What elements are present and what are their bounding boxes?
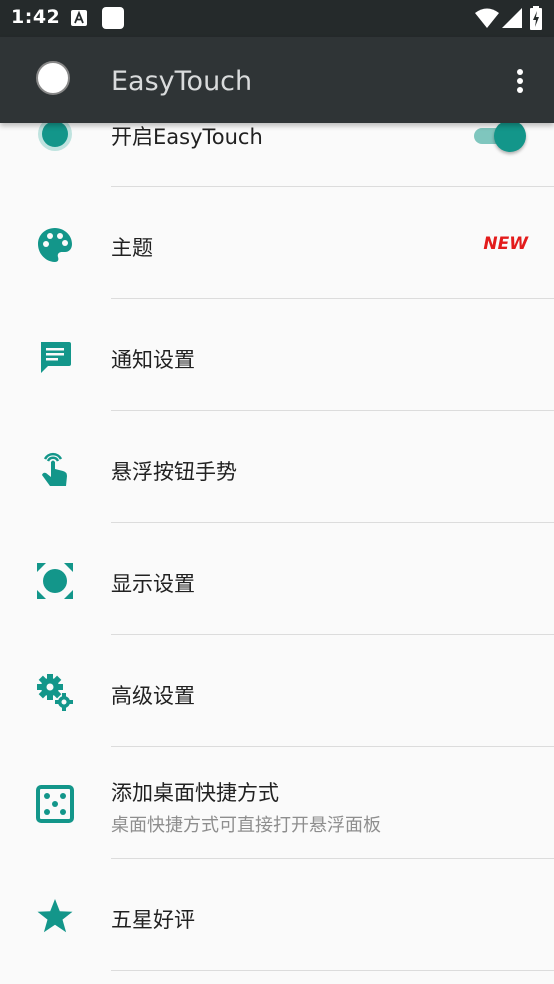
- setting-advanced[interactable]: 高级设置: [0, 635, 554, 747]
- setting-display[interactable]: 显示设置: [0, 523, 554, 635]
- status-bar: 1:42: [0, 0, 554, 37]
- dice-icon: [36, 785, 74, 823]
- setting-label: 显示设置: [111, 572, 195, 596]
- gears-icon: [37, 674, 73, 711]
- palette-icon: [38, 228, 72, 262]
- display-focus-icon: [37, 563, 73, 599]
- setting-label: 悬浮按钮手势: [111, 460, 237, 484]
- enable-switch[interactable]: [474, 120, 526, 152]
- status-time: 1:42: [11, 6, 61, 28]
- switch-thumb: [494, 120, 526, 152]
- battery-charging-icon: [530, 6, 542, 30]
- cell-signal-icon: [502, 8, 522, 28]
- wifi-icon: [475, 8, 499, 28]
- setting-notification[interactable]: 通知设置: [0, 299, 554, 411]
- app-logo-icon: [36, 61, 70, 95]
- app-toolbar: EasyTouch: [0, 37, 554, 123]
- app-title: EasyTouch: [111, 66, 253, 97]
- notification-square-icon: [102, 7, 124, 29]
- setting-label: 添加桌面快捷方式: [111, 781, 279, 805]
- star-icon: [37, 899, 73, 933]
- setting-rate[interactable]: 五星好评: [0, 859, 554, 971]
- setting-add-shortcut[interactable]: 添加桌面快捷方式 桌面快捷方式可直接打开悬浮面板: [0, 747, 554, 859]
- message-icon: [41, 342, 71, 373]
- new-badge: NEW: [483, 234, 528, 254]
- touch-gesture-icon: [42, 452, 67, 486]
- setting-theme[interactable]: 主题 NEW: [0, 187, 554, 299]
- setting-label: 五星好评: [111, 908, 195, 932]
- setting-label: 通知设置: [111, 348, 195, 372]
- setting-label: 高级设置: [111, 684, 195, 708]
- more-vert-icon[interactable]: [504, 65, 536, 97]
- setting-label: 主题: [111, 236, 153, 260]
- setting-label: 开启EasyTouch: [111, 125, 263, 149]
- setting-sublabel: 桌面快捷方式可直接打开悬浮面板: [111, 815, 381, 836]
- notification-a-icon: [71, 10, 87, 26]
- divider: [111, 970, 554, 971]
- setting-gesture[interactable]: 悬浮按钮手势: [0, 411, 554, 523]
